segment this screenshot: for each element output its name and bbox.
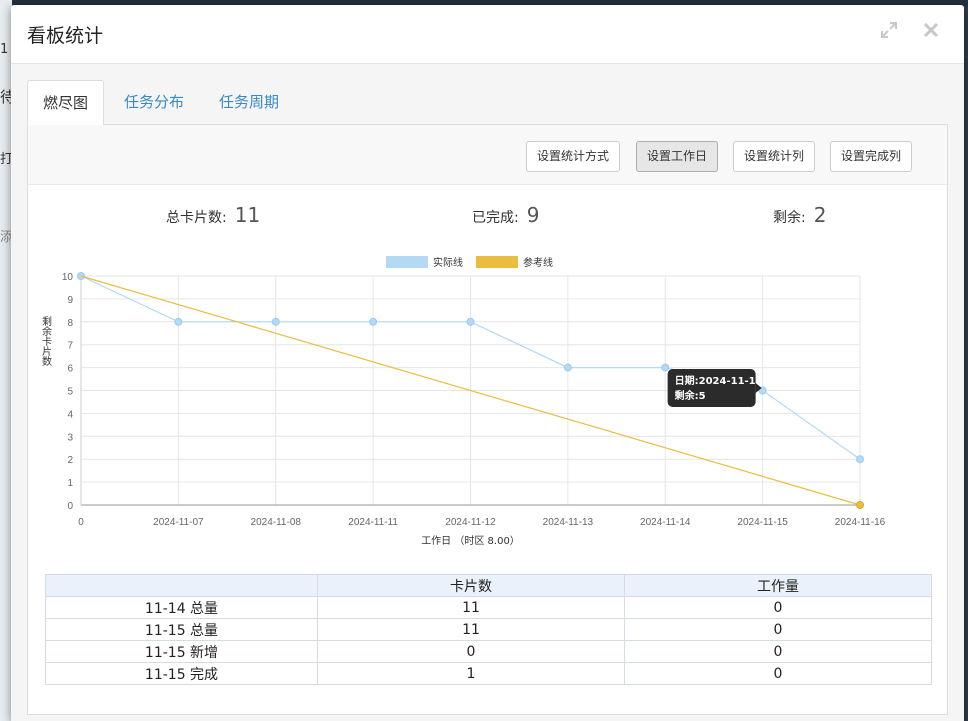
y-tick-label: 1 (67, 478, 73, 489)
y-tick-label: 7 (67, 341, 73, 352)
background-text: 1 (0, 42, 9, 57)
table-cell: 11-15 完成 (45, 662, 318, 685)
data-point (466, 317, 475, 326)
table-header-row: 卡片数 工作量 (45, 574, 932, 597)
y-tick-label: 2 (67, 455, 73, 466)
y-tick-label: 4 (67, 409, 73, 420)
table-row: 11-15 新增 0 0 (45, 640, 932, 663)
y-tick-label: 3 (67, 432, 73, 443)
table-cell: 11 (317, 596, 625, 619)
table-cell: 0 (624, 596, 932, 619)
data-point (271, 317, 280, 326)
y-axis-label: 剩余卡片数 (42, 315, 52, 368)
table-cell: 1 (317, 662, 625, 685)
table-cell: 11-15 总量 (45, 618, 318, 641)
x-tick-label: 0 (78, 517, 84, 528)
table-cell: 0 (624, 662, 932, 685)
modal-title: 看板统计 (27, 25, 104, 47)
x-tick-label: 2024-11-11 (348, 517, 398, 528)
table-cell: 11 (317, 618, 625, 641)
legend-label: 参考线 (523, 256, 553, 269)
legend-label: 实际线 (433, 256, 463, 269)
x-tick-label: 2024-11-16 (835, 517, 886, 528)
table-cell: 0 (624, 640, 932, 663)
y-tick-label: 10 (62, 272, 74, 283)
y-tick-label: 8 (67, 318, 73, 329)
data-point (856, 455, 864, 464)
table-cell: 0 (624, 618, 932, 641)
modal-body: 燃尽图 任务分布 任务周期 设置统计方式 设置工作日 设置统计列 设置完成列 总… (11, 64, 964, 721)
data-point (856, 501, 864, 509)
x-tick-label: 2024-11-08 (251, 517, 302, 528)
tooltip-remaining: 剩余:5 (675, 389, 706, 402)
burndown-chart: 0 1 2 3 4 5 6 7 8 9 10 0 2024-11-07 2024-11-08 2024-11… (42, 256, 886, 547)
table-row: 11-14 总量 11 0 (45, 596, 932, 619)
data-point (174, 317, 183, 326)
table-header-cell (45, 574, 318, 597)
x-tick-label: 2024-11-12 (445, 517, 496, 528)
legend-swatch (476, 256, 518, 268)
table-cell: 11-15 新增 (45, 640, 318, 663)
table-row: 11-15 总量 11 0 (45, 618, 932, 641)
stats-table: 卡片数 工作量 11-14 总量 11 0 11-15 总量 11 0 11-1… (45, 574, 932, 685)
legend-swatch (386, 256, 428, 268)
expand-icon[interactable] (879, 20, 899, 45)
tooltip-date: 日期:2024-11-15 (675, 374, 763, 387)
tab-task-distribution[interactable]: 任务分布 (109, 80, 199, 125)
burndown-panel: 设置统计方式 设置工作日 设置统计列 设置完成列 总卡片数: 11 已完成: 9 剩… (27, 125, 948, 715)
data-point (661, 363, 670, 372)
table-header-cell: 工作量 (624, 574, 932, 597)
data-point (563, 363, 572, 372)
table-cell: 11-14 总量 (45, 596, 318, 619)
x-axis-label: 工作日 （时区 8.00） (421, 535, 520, 547)
x-tick-label: 2024-11-13 (543, 517, 594, 528)
modal-header: 看板统计 (11, 5, 964, 64)
tab-task-cycle[interactable]: 任务周期 (204, 80, 294, 125)
y-tick-label: 6 (67, 364, 73, 375)
table-row: 11-15 完成 1 0 (45, 662, 932, 685)
x-tick-label: 2024-11-14 (640, 517, 691, 528)
stats-modal: 看板统计 燃尽图 任务分布 任务周期 设置统计方式 设置工作日 设置统计列 设置… (11, 5, 964, 721)
y-tick-label: 9 (67, 295, 73, 306)
data-point (369, 317, 378, 326)
x-tick-label: 2024-11-15 (737, 517, 788, 528)
table-cell: 0 (317, 640, 625, 663)
y-tick-label: 5 (67, 387, 73, 398)
x-tick-label: 2024-11-07 (153, 517, 204, 528)
table-header-cell: 卡片数 (317, 574, 625, 597)
y-tick-label: 0 (67, 501, 73, 512)
close-icon[interactable] (922, 20, 940, 44)
tab-bar: 燃尽图 任务分布 任务周期 (27, 80, 948, 126)
tab-burndown[interactable]: 燃尽图 (27, 80, 105, 126)
